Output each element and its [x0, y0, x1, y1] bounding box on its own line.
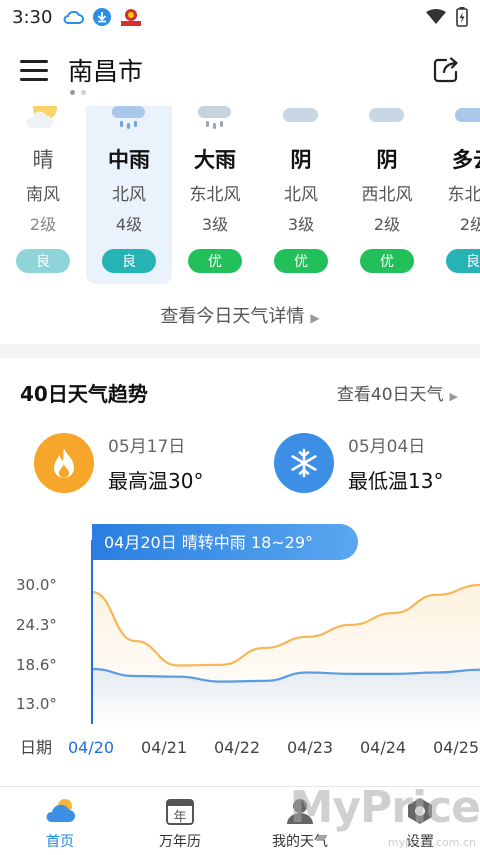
snowflake-icon: [274, 433, 334, 493]
x-tick-label[interactable]: 04/22: [214, 738, 260, 757]
lowest-temp-date: 05月04日: [348, 437, 426, 457]
date-axis-label: 日期: [20, 738, 52, 757]
city-title[interactable]: 南昌市: [68, 52, 143, 88]
forecast-condition: 阴: [290, 148, 312, 172]
forecast-wind-direction: 北风: [112, 185, 146, 205]
emblem-notification-icon: [121, 9, 142, 26]
share-icon[interactable]: [432, 56, 460, 84]
aqi-badge: 优: [360, 249, 414, 273]
forecast-condition: 中雨: [108, 148, 150, 172]
arrow-right-icon: ▶: [449, 390, 458, 403]
heavy-rain-icon: [195, 106, 235, 132]
today-details-link[interactable]: 查看今日天气详情 ▶: [0, 302, 480, 328]
page-indicator: [70, 90, 86, 95]
x-tick-label[interactable]: 04/21: [141, 738, 187, 757]
y-tick-label: 18.6°: [16, 656, 57, 674]
forecast-day-4[interactable]: 阴西北风 2级优: [344, 106, 430, 284]
watermark-logo: MyPrice: [289, 782, 480, 833]
app-header: 南昌市: [0, 34, 480, 106]
y-tick-label: 13.0°: [16, 695, 57, 713]
forty-day-link[interactable]: 查看40日天气 ▶: [337, 380, 458, 405]
status-bar: 3:30: [0, 0, 480, 34]
forecast-wind-direction: 东北风: [447, 185, 480, 205]
calendar-icon: 年: [166, 799, 194, 825]
forecast-condition: 阴: [376, 148, 398, 172]
arrow-right-icon: ▶: [310, 311, 320, 325]
overcast-icon: [367, 106, 407, 132]
cloudy-icon: [453, 106, 480, 132]
x-tick-label[interactable]: 04/25: [433, 738, 479, 757]
aqi-badge: 良: [16, 249, 70, 273]
aqi-badge: 良: [102, 249, 156, 273]
battery-charging-icon: [456, 7, 468, 27]
nav-home-label: 首页: [46, 834, 74, 850]
forecast-wind-direction: 北风: [284, 185, 318, 205]
cloud-notification-icon: [63, 10, 85, 24]
forecast-day-2[interactable]: 大雨东北风 3级优: [172, 106, 258, 284]
aqi-badge: 优: [188, 249, 242, 273]
rain-cloud-icon: [109, 106, 149, 132]
system-status-icons: [426, 7, 468, 27]
watermark-url: myprice.com.cn: [387, 836, 476, 849]
forecast-day-0[interactable]: 晴南风 2级良: [0, 106, 86, 284]
aqi-badge: 良: [446, 249, 480, 273]
forecast-wind-level: 3级: [287, 215, 315, 234]
forty-day-link-label: 查看40日天气: [336, 385, 444, 405]
lowest-temp-block: 05月04日 最低温13°: [274, 432, 443, 494]
forecast-condition: 多云: [452, 148, 480, 172]
lowest-temp-value: 最低温13°: [348, 469, 444, 493]
svg-text:年: 年: [173, 810, 186, 825]
notification-icons: [62, 7, 142, 27]
forecast-wind-direction: 东北风: [189, 185, 241, 205]
temperature-trend-chart[interactable]: 30.0° 24.3° 18.6° 13.0° 04月20日 晴转中雨 18~29° 日期…: [0, 518, 480, 768]
forecast-wind-level: 2级: [459, 215, 480, 234]
wifi-icon: [426, 9, 446, 24]
today-details-label: 查看今日天气详情: [160, 306, 305, 327]
highest-temp-value: 最高温30°: [108, 469, 204, 493]
menu-icon[interactable]: [20, 56, 48, 84]
forecast-wind-level: 4级: [115, 215, 143, 234]
status-time: 3:30: [12, 6, 53, 28]
forecast-wind-level: 2级: [29, 215, 57, 234]
highest-temp-block: 05月17日 最高温30°: [34, 432, 203, 494]
nav-calendar[interactable]: 年 万年历: [120, 787, 240, 855]
flame-icon: [34, 433, 94, 493]
overcast-icon: [281, 106, 321, 132]
forecast-wind-direction: 西北风: [361, 185, 413, 205]
forecast-day-3[interactable]: 阴北风 3级优: [258, 106, 344, 284]
x-tick-label[interactable]: 04/24: [360, 738, 406, 757]
forecast-wind-level: 3级: [201, 215, 229, 234]
aqi-badge: 优: [274, 249, 328, 273]
daily-forecast-card: 晴南风 2级良 中雨北风 4级良 大雨东北风 3级优 阴北风 3级优 阴西北风 2级优 多云东北风 2…: [0, 106, 480, 344]
nav-my-weather-label: 我的天气: [272, 834, 328, 850]
nav-calendar-label: 万年历: [159, 834, 201, 850]
forecast-day-1[interactable]: 中雨北风 4级良: [86, 106, 172, 284]
forecast-condition: 晴: [32, 148, 54, 172]
highest-temp-date: 05月17日: [108, 437, 186, 457]
nav-home[interactable]: 首页: [0, 787, 120, 855]
forecast-condition: 大雨: [194, 148, 236, 172]
x-tick-label[interactable]: 04/20: [68, 738, 114, 757]
download-notification-icon: [93, 8, 112, 26]
x-tick-label[interactable]: 04/23: [287, 738, 333, 757]
forecast-wind-direction: 南风: [26, 185, 60, 205]
forecast-wind-level: 2级: [373, 215, 401, 234]
trend-title: 40日天气趋势: [20, 382, 148, 406]
y-tick-label: 30.0°: [16, 576, 57, 594]
y-tick-label: 24.3°: [16, 616, 57, 634]
sun-cloud-icon: [23, 106, 63, 132]
forecast-day-5[interactable]: 多云东北风 2级良: [430, 106, 480, 284]
tooltip-text: 04月20日 晴转中雨 18~29°: [104, 533, 313, 552]
forty-day-trend-card: 40日天气趋势 查看40日天气 ▶ 05月17日 最高温30° 05月04日 最…: [0, 358, 480, 786]
home-weather-icon: [46, 799, 75, 822]
